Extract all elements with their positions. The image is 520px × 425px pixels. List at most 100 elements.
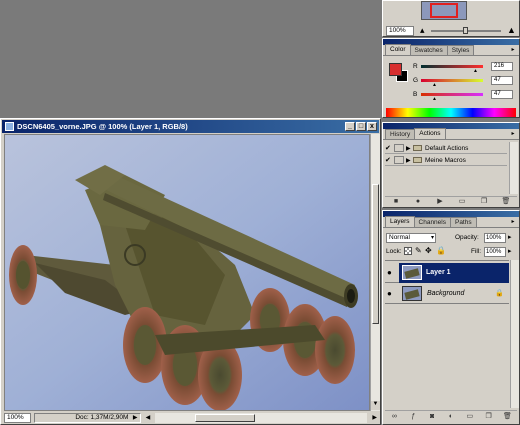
stop-icon[interactable]: ■ [390, 197, 402, 207]
blend-mode-value: Normal [389, 234, 410, 241]
actions-toolbar: ■ ● ▶ ▭ ❐ 🗑 [385, 196, 517, 207]
play-icon[interactable]: ▶ [434, 197, 446, 207]
channel-b-slider[interactable] [421, 93, 483, 96]
scroll-left-icon[interactable]: ◀ [144, 413, 153, 423]
actions-panel-tabs: History Actions ▸ [383, 128, 519, 140]
doc-info-text: Doc: 1,37M/2,90M [75, 414, 129, 421]
trash-icon[interactable]: 🗑 [500, 197, 512, 207]
eye-icon[interactable]: ● [387, 268, 392, 277]
channel-g-value[interactable]: 47 [491, 76, 513, 85]
layer-mask-icon[interactable]: ◙ [426, 412, 438, 422]
action-set-label: Default Actions [425, 144, 469, 152]
layers-list: ● Layer 1 ● Background 🔒 [385, 260, 509, 408]
new-layer-icon[interactable]: ❐ [483, 412, 495, 422]
layer-row-layer-1[interactable]: ● Layer 1 [385, 263, 509, 283]
panel-menu-icon[interactable]: ▸ [509, 219, 517, 226]
layer-row-background[interactable]: ● Background 🔒 [385, 284, 509, 304]
minimize-button[interactable]: _ [345, 122, 355, 131]
channel-r-label: R [413, 63, 418, 70]
opacity-label: Opacity: [455, 234, 479, 241]
trash-icon[interactable]: 🗑 [501, 412, 513, 422]
document-zoom-field[interactable]: 100% [4, 413, 32, 423]
layer-content-area[interactable]: Layer 1 [399, 263, 509, 283]
scroll-thumb[interactable] [372, 184, 379, 324]
panel-menu-icon[interactable]: ▸ [509, 47, 517, 54]
tab-styles[interactable]: Styles [446, 45, 475, 55]
opacity-value: 100% [486, 235, 502, 241]
tab-swatches[interactable]: Swatches [409, 45, 448, 55]
layer-name[interactable]: Background [427, 290, 464, 297]
navigator-view-box[interactable] [430, 3, 458, 18]
layer-thumbnail[interactable] [402, 286, 422, 301]
list-item[interactable]: ✔ ▶ Meine Macros [385, 155, 507, 166]
tab-channels[interactable]: Channels [413, 217, 451, 227]
layer-style-icon[interactable]: ƒ [407, 412, 419, 422]
tab-color[interactable]: Color [385, 44, 411, 55]
list-item[interactable]: ✔ ▶ Default Actions [385, 143, 507, 154]
channel-g-label: G [413, 77, 419, 84]
vertical-scrollbar[interactable]: ▼ [370, 134, 380, 411]
lock-all-icon[interactable]: 🔒 [436, 246, 446, 255]
record-icon[interactable]: ● [412, 197, 424, 207]
scroll-down-icon[interactable]: ▼ [371, 401, 380, 410]
zoom-in-icon[interactable]: ▲ [507, 25, 516, 35]
opacity-field[interactable]: 100% [484, 233, 506, 243]
chevron-down-icon[interactable]: ▾ [431, 234, 434, 242]
document-titlebar[interactable]: DSCN6405_vorne.JPG @ 100% (Layer 1, RGB/… [2, 120, 379, 133]
dialog-toggle-icon[interactable] [394, 144, 404, 152]
restore-button[interactable]: □ [356, 122, 366, 131]
horizontal-scrollbar[interactable] [155, 413, 368, 423]
new-set-icon[interactable]: ▭ [456, 197, 468, 207]
navigator-preview[interactable] [421, 1, 467, 20]
document-title: DSCN6405_vorne.JPG @ 100% (Layer 1, RGB/… [17, 122, 188, 131]
tab-layers[interactable]: Layers [385, 216, 415, 227]
checkmark-icon[interactable]: ✔ [385, 156, 394, 164]
fill-arrow-icon[interactable]: ▸ [508, 247, 512, 255]
zoom-out-icon[interactable]: ▴ [420, 25, 425, 36]
fill-label: Fill: [471, 248, 482, 255]
fill-field[interactable]: 100% [484, 247, 506, 257]
scroll-right-icon[interactable]: ▶ [370, 413, 379, 423]
image-canvas[interactable] [4, 134, 370, 411]
doc-info-arrow-icon[interactable]: ▶ [133, 414, 138, 422]
blend-mode-select[interactable]: Normal ▾ [386, 233, 436, 243]
eye-icon[interactable]: ● [387, 289, 392, 298]
channel-g-slider[interactable] [421, 79, 483, 82]
navigator-zoom-slider[interactable] [431, 27, 501, 34]
navigator-zoom-thumb[interactable] [463, 27, 468, 34]
channel-b-thumb[interactable]: ▲ [432, 96, 437, 102]
tab-actions[interactable]: Actions [414, 128, 446, 139]
lock-image-icon[interactable]: ✎ [415, 246, 422, 255]
close-button[interactable]: x [367, 122, 377, 131]
lock-position-icon[interactable]: ✥ [425, 246, 432, 255]
tab-paths[interactable]: Paths [449, 217, 477, 227]
action-set-label: Meine Macros [425, 156, 466, 164]
tab-history[interactable]: History [385, 129, 416, 139]
new-group-icon[interactable]: ▭ [464, 412, 476, 422]
adjustment-layer-icon[interactable]: ◐ [445, 412, 457, 422]
channel-r-value[interactable]: 216 [491, 62, 513, 71]
expand-triangle-icon[interactable]: ▶ [406, 157, 413, 164]
lock-transparency-icon[interactable] [404, 247, 412, 255]
channel-r-thumb[interactable]: ▲ [473, 68, 478, 74]
channel-g: G ▲ 47 [413, 76, 519, 90]
new-action-icon[interactable]: ❐ [478, 197, 490, 207]
layer-name[interactable]: Layer 1 [426, 269, 451, 276]
layer-thumbnail[interactable] [402, 265, 422, 280]
layers-panel-tabs: Layers Channels Paths ▸ [383, 216, 519, 228]
opacity-arrow-icon[interactable]: ▸ [508, 233, 512, 241]
color-panel-tabs: Color Swatches Styles ▸ [383, 44, 519, 56]
link-layers-icon[interactable]: ∞ [388, 412, 400, 422]
actions-scrollbar[interactable] [509, 142, 518, 194]
channel-b-value[interactable]: 47 [491, 90, 513, 99]
checkmark-icon[interactable]: ✔ [385, 144, 394, 152]
dialog-toggle-icon[interactable] [394, 156, 404, 164]
expand-triangle-icon[interactable]: ▶ [406, 145, 413, 152]
panel-menu-icon[interactable]: ▸ [509, 131, 517, 138]
layers-scrollbar[interactable] [510, 260, 519, 408]
channel-g-thumb[interactable]: ▲ [432, 82, 437, 88]
color-spectrum-bar[interactable] [386, 108, 516, 117]
hscroll-thumb[interactable] [195, 414, 256, 422]
navigator-zoom-field[interactable]: 100% [386, 26, 414, 36]
foreground-color-swatch[interactable] [389, 63, 402, 76]
